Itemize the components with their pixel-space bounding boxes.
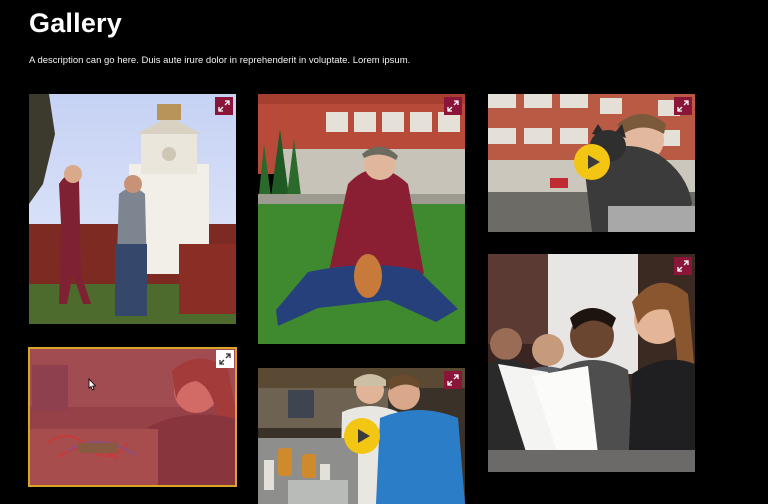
gallery-item-student-with-dog[interactable] (258, 94, 465, 344)
expand-button[interactable] (444, 97, 462, 115)
focus-border (28, 347, 237, 487)
expand-icon (677, 100, 689, 112)
gallery-item-students-in-class[interactable] (488, 254, 695, 472)
play-button[interactable] (574, 144, 610, 180)
expand-icon (447, 374, 459, 386)
expand-icon (677, 260, 689, 272)
page-title: Gallery (29, 8, 122, 38)
gallery-item-student-in-lab[interactable] (28, 347, 237, 487)
expand-icon (447, 100, 459, 112)
expand-button[interactable] (444, 371, 462, 389)
mouse-pointer-icon (88, 378, 97, 391)
expand-button[interactable] (674, 257, 692, 275)
expand-icon (218, 100, 230, 112)
gallery-image (488, 254, 695, 472)
expand-button[interactable] (216, 350, 234, 368)
play-button[interactable] (344, 418, 380, 454)
play-icon (357, 429, 370, 443)
play-icon (587, 155, 600, 169)
gallery-item-campus-clock-tower[interactable] (29, 94, 236, 324)
gallery-image (29, 94, 236, 324)
page-description: A description can go here. Duis aute iru… (29, 55, 411, 66)
expand-button[interactable] (215, 97, 233, 115)
gallery-item-students-in-chemistry-lab[interactable] (258, 368, 465, 504)
expand-icon (219, 353, 231, 365)
expand-button[interactable] (674, 97, 692, 115)
gallery-item-student-holding-cat[interactable] (488, 94, 695, 232)
gallery-image (258, 94, 465, 344)
